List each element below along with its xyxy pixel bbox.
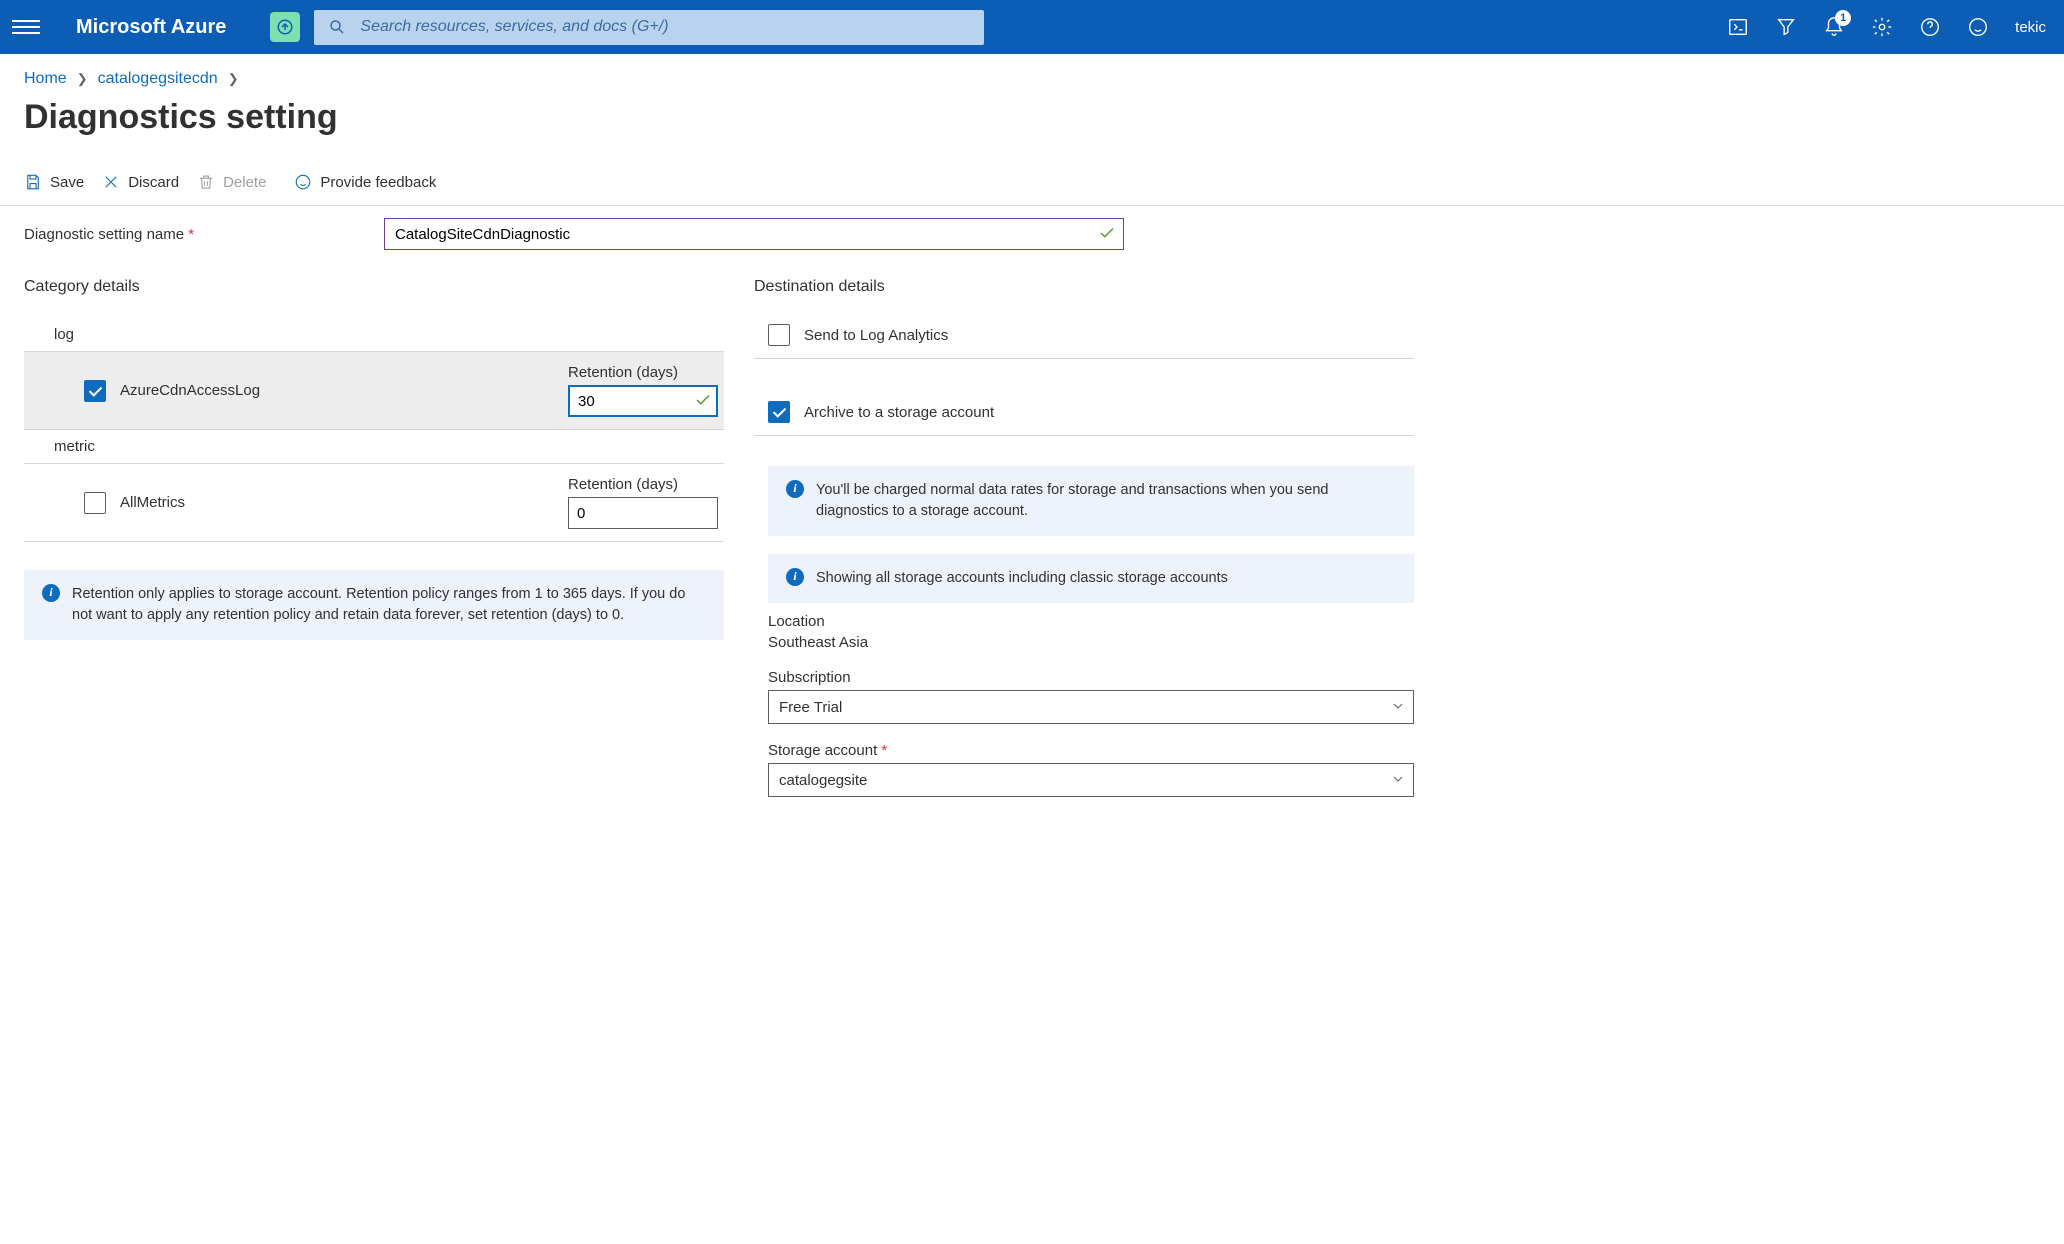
dest-storage-row: Archive to a storage account xyxy=(754,389,1414,436)
dest-log-analytics-label: Send to Log Analytics xyxy=(804,327,948,344)
feedback-icon[interactable] xyxy=(1967,16,1989,38)
save-label: Save xyxy=(50,174,84,191)
check-icon xyxy=(694,391,712,409)
dest-storage-label: Archive to a storage account xyxy=(804,404,994,421)
info-icon: i xyxy=(42,584,60,602)
delete-label: Delete xyxy=(223,174,266,191)
storage-account-select[interactable]: catalogegsite xyxy=(768,763,1414,797)
menu-toggle[interactable] xyxy=(12,13,40,41)
setting-name-input[interactable] xyxy=(384,218,1124,250)
discard-button[interactable]: Discard xyxy=(102,173,179,191)
feedback-label: Provide feedback xyxy=(320,174,436,191)
retention-info-text: Retention only applies to storage accoun… xyxy=(72,584,706,626)
upgrade-badge[interactable] xyxy=(270,12,300,42)
top-icon-bar: 1 tekic xyxy=(1727,16,2052,38)
settings-icon[interactable] xyxy=(1871,16,1893,38)
metric-retention-input[interactable] xyxy=(568,497,718,529)
chevron-down-icon xyxy=(1390,771,1406,787)
breadcrumb-home[interactable]: Home xyxy=(24,70,67,88)
setting-name-label: Diagnostic setting name * xyxy=(24,226,364,243)
dest-log-analytics-checkbox[interactable] xyxy=(768,324,790,346)
account-name[interactable]: tekic xyxy=(2015,19,2046,36)
topbar: Microsoft Azure 1 tekic xyxy=(0,0,2064,54)
location-value: Southeast Asia xyxy=(768,634,1414,651)
search-icon xyxy=(328,18,346,36)
cloud-shell-icon[interactable] xyxy=(1727,16,1749,38)
discard-label: Discard xyxy=(128,174,179,191)
subscription-select[interactable]: Free Trial xyxy=(768,690,1414,724)
retention-label: Retention (days) xyxy=(568,476,718,493)
page-title: Diagnostics setting xyxy=(0,98,2064,165)
dest-log-analytics-row: Send to Log Analytics xyxy=(754,318,1414,359)
category-details-heading: Category details xyxy=(24,260,724,318)
log-checkbox-azurecdnaccesslog[interactable] xyxy=(84,380,106,402)
retention-label: Retention (days) xyxy=(568,364,718,381)
info-icon: i xyxy=(786,480,804,498)
storage-charge-infobox: i You'll be charged normal data rates fo… xyxy=(768,466,1414,536)
smiley-icon xyxy=(294,173,312,191)
metric-checkbox-allmetrics[interactable] xyxy=(84,492,106,514)
directory-filter-icon[interactable] xyxy=(1775,16,1797,38)
dest-storage-checkbox[interactable] xyxy=(768,401,790,423)
storage-list-infobox: i Showing all storage accounts including… xyxy=(768,554,1414,603)
metric-row-allmetrics: AllMetrics Retention (days) xyxy=(24,464,724,542)
delete-button: Delete xyxy=(197,173,266,191)
breadcrumb-resource[interactable]: catalogegsitecdn xyxy=(98,70,218,88)
setting-name-row: Diagnostic setting name * xyxy=(0,206,2064,256)
chevron-down-icon xyxy=(1390,698,1406,714)
destination-details-heading: Destination details xyxy=(754,260,1414,318)
feedback-button[interactable]: Provide feedback xyxy=(294,173,436,191)
search-input[interactable] xyxy=(360,18,970,36)
metric-item-label: AllMetrics xyxy=(120,494,554,511)
storage-charge-text: You'll be charged normal data rates for … xyxy=(816,480,1396,522)
chevron-right-icon: ❯ xyxy=(77,71,88,87)
notifications-icon[interactable]: 1 xyxy=(1823,16,1845,38)
help-icon[interactable] xyxy=(1919,16,1941,38)
breadcrumb: Home ❯ catalogegsitecdn ❯ xyxy=(0,54,2064,98)
global-search[interactable] xyxy=(314,10,984,45)
info-icon: i xyxy=(786,568,804,586)
chevron-right-icon: ❯ xyxy=(228,71,239,87)
retention-infobox: i Retention only applies to storage acco… xyxy=(24,570,724,640)
trash-icon xyxy=(197,173,215,191)
storage-account-label: Storage account * xyxy=(768,742,1414,759)
log-item-label: AzureCdnAccessLog xyxy=(120,382,554,399)
metric-group-heading: metric xyxy=(24,430,724,464)
category-details-column: Category details log AzureCdnAccessLog R… xyxy=(24,260,724,797)
command-bar: Save Discard Delete Provide feedback xyxy=(0,165,2064,206)
subscription-label: Subscription xyxy=(768,669,1414,686)
storage-list-text: Showing all storage accounts including c… xyxy=(816,568,1228,589)
save-icon xyxy=(24,173,42,191)
log-group-heading: log xyxy=(24,318,724,352)
brand[interactable]: Microsoft Azure xyxy=(76,16,226,39)
close-icon xyxy=(102,173,120,191)
notification-badge: 1 xyxy=(1835,10,1851,26)
location-label: Location xyxy=(768,613,1414,630)
log-row-azurecdnaccesslog: AzureCdnAccessLog Retention (days) xyxy=(24,352,724,430)
check-icon xyxy=(1098,224,1116,242)
save-button[interactable]: Save xyxy=(24,173,84,191)
destination-details-column: Destination details Send to Log Analytic… xyxy=(754,260,1414,797)
